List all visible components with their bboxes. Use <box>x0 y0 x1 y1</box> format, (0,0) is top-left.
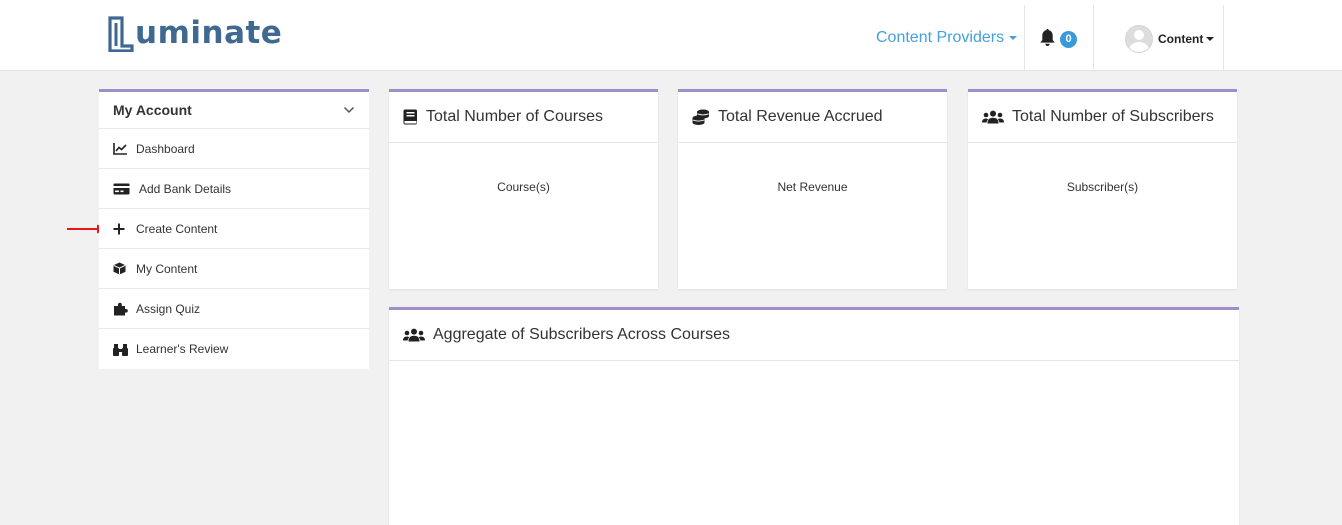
notification-count-badge: 0 <box>1060 31 1077 48</box>
sidebar-item-label: My Content <box>136 261 198 276</box>
card-value-label: Net Revenue <box>777 180 848 194</box>
sidebar-item-label: Create Content <box>136 221 218 236</box>
sidebar-item-label: Assign Quiz <box>136 301 201 316</box>
card-header: Total Revenue Accrued <box>678 92 947 143</box>
logo-text: uminate <box>135 15 283 51</box>
chart-line-icon <box>113 141 131 157</box>
coins-icon <box>692 109 709 125</box>
credit-card-icon <box>113 181 134 197</box>
nav-divider <box>1223 5 1224 71</box>
sidebar-item-label: Add Bank Details <box>139 181 232 196</box>
sidebar-item-create-content[interactable]: Create Content <box>99 209 369 249</box>
chevron-down-icon <box>1206 37 1215 41</box>
aggregate-subscribers-panel: Aggregate of Subscribers Across Courses <box>389 307 1239 525</box>
user-name: Content <box>1158 32 1204 46</box>
my-account-sidebar: My Account Dashboard Add Bank Details Cr… <box>99 89 369 369</box>
sidebar-item-label: Dashboard <box>136 141 195 156</box>
sidebar-item-learners-review[interactable]: Learner's Review <box>99 329 369 369</box>
chevron-down-icon <box>1009 35 1018 40</box>
book-icon <box>403 109 417 125</box>
luminate-logo[interactable]: uminate <box>108 10 282 52</box>
cube-icon <box>113 261 131 277</box>
content-providers-dropdown[interactable]: Content Providers <box>876 29 1018 47</box>
total-revenue-card: Total Revenue Accrued Net Revenue <box>678 89 947 289</box>
sidebar-item-label: Learner's Review <box>136 342 229 356</box>
sidebar-title: My Account <box>113 102 192 118</box>
puzzle-icon <box>113 301 131 317</box>
users-icon <box>982 110 1004 124</box>
avatar <box>1125 25 1153 53</box>
card-header: Total Number of Courses <box>389 92 658 143</box>
sidebar-item-assign-quiz[interactable]: Assign Quiz <box>99 289 369 329</box>
plus-icon <box>113 221 131 237</box>
nav-divider <box>1024 5 1025 71</box>
logo-mark-icon <box>108 16 134 52</box>
notifications-button[interactable]: 0 <box>1039 28 1079 50</box>
users-icon <box>403 328 425 342</box>
chevron-down-icon <box>343 106 355 114</box>
binoculars-icon <box>113 341 131 357</box>
sidebar-item-dashboard[interactable]: Dashboard <box>99 129 369 169</box>
total-subscribers-card: Total Number of Subscribers Subscriber(s… <box>968 89 1237 289</box>
sidebar-item-my-content[interactable]: My Content <box>99 249 369 289</box>
panel-header: Aggregate of Subscribers Across Courses <box>389 310 1239 361</box>
card-value-label: Course(s) <box>497 180 550 194</box>
card-value-label: Subscriber(s) <box>1066 180 1139 194</box>
top-navbar: uminate Content Providers 0 Content <box>0 0 1342 71</box>
nav-divider <box>1093 5 1094 71</box>
content-providers-label: Content Providers <box>876 29 1005 46</box>
total-courses-card: Total Number of Courses Course(s) <box>389 89 658 289</box>
card-header: Total Number of Subscribers <box>968 92 1237 143</box>
my-account-header[interactable]: My Account <box>99 92 369 129</box>
card-title: Total Number of Subscribers <box>1012 108 1214 125</box>
sidebar-item-add-bank-details[interactable]: Add Bank Details <box>99 169 369 209</box>
card-title: Total Revenue Accrued <box>718 108 883 125</box>
card-title: Total Number of Courses <box>426 108 603 125</box>
bell-icon <box>1040 29 1055 46</box>
user-menu-dropdown[interactable]: Content <box>1125 25 1215 53</box>
panel-title: Aggregate of Subscribers Across Courses <box>433 326 731 343</box>
